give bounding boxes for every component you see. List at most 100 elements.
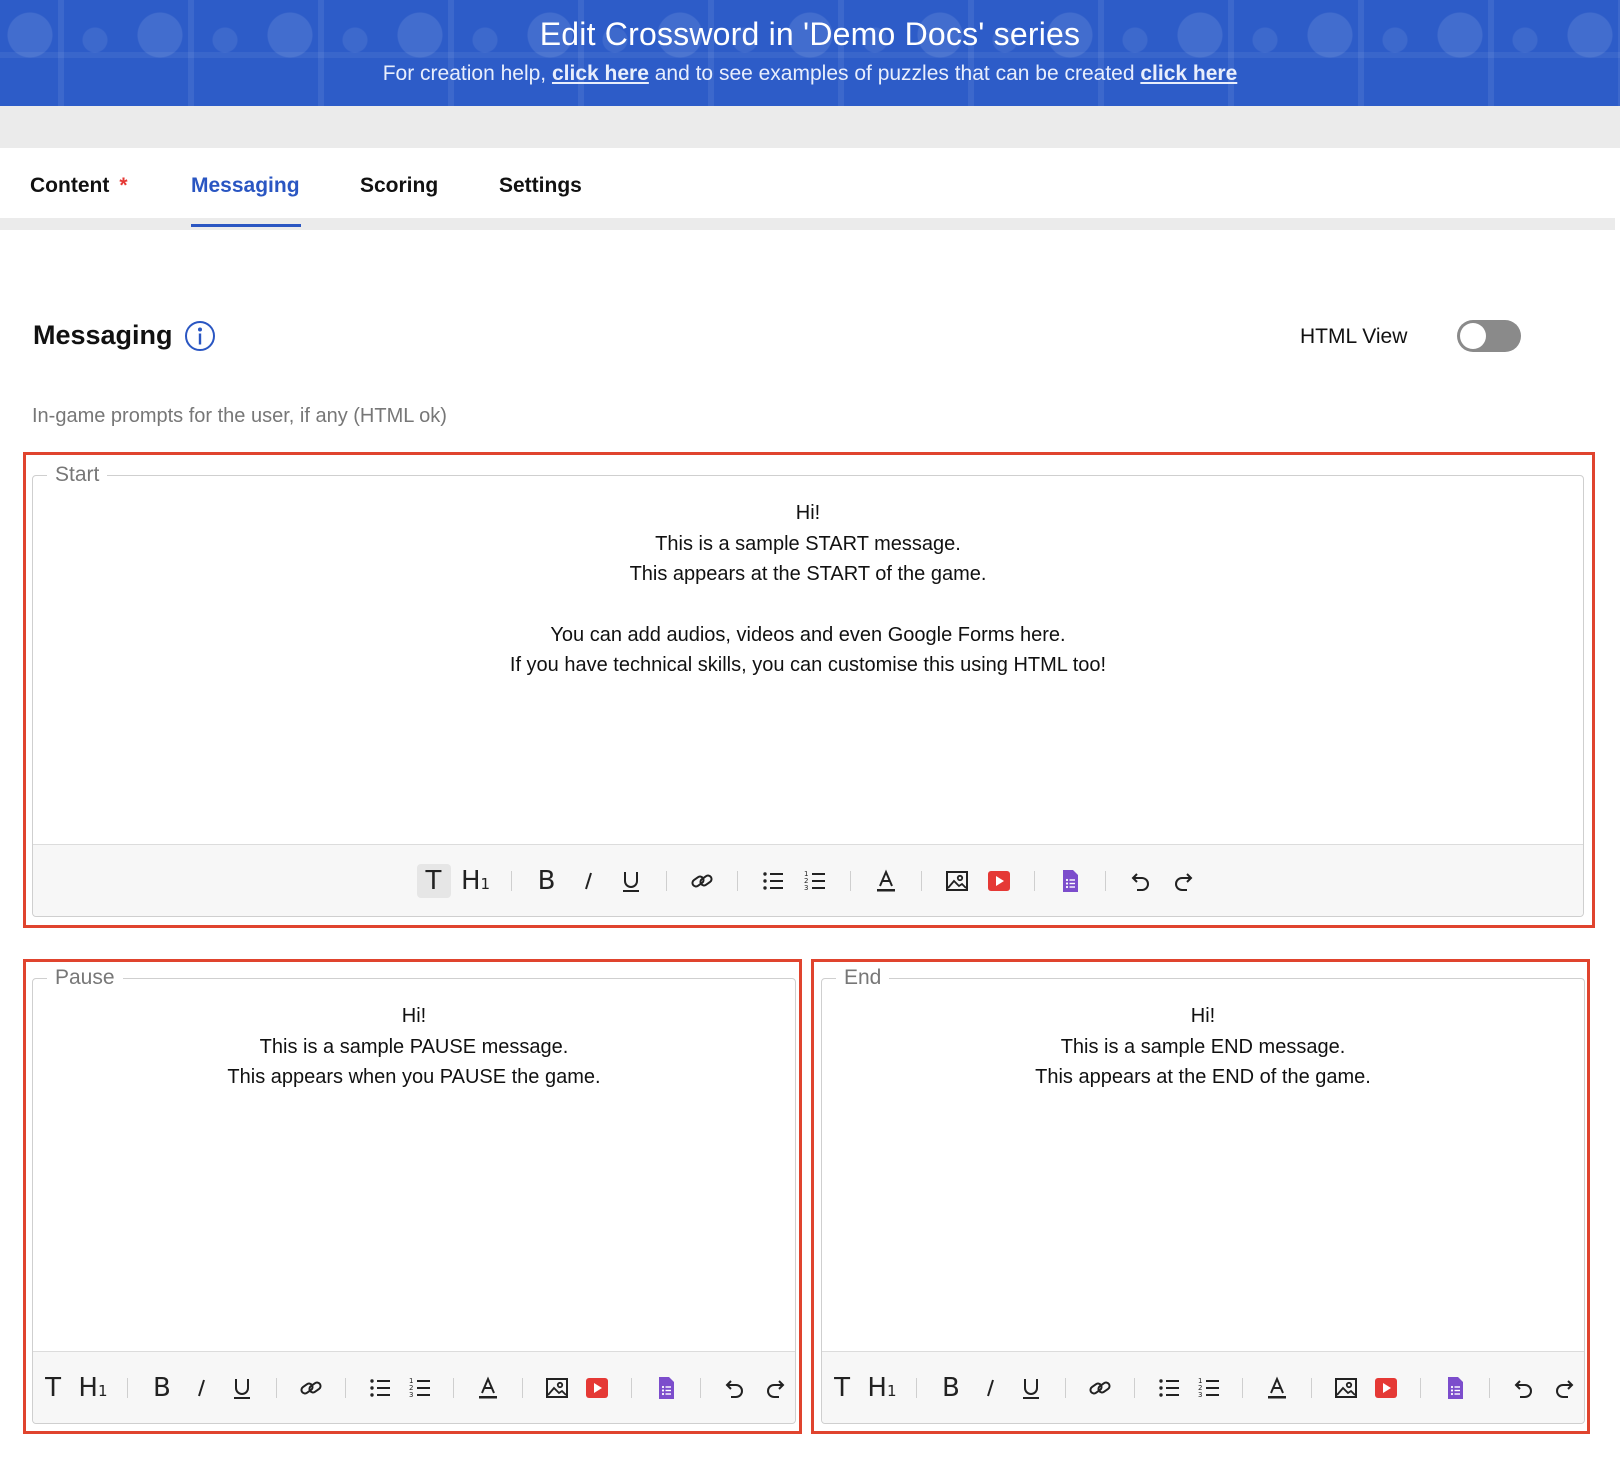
message-line: Hi! (795, 502, 821, 524)
text-color-icon (1264, 1375, 1290, 1401)
text-color-button[interactable] (1261, 1371, 1293, 1405)
text-style-button[interactable]: T (37, 1371, 69, 1405)
video-icon (986, 868, 1012, 894)
undo-button[interactable] (719, 1371, 751, 1405)
bold-button[interactable]: B (935, 1371, 967, 1405)
underline-button[interactable] (226, 1371, 258, 1405)
pause-editor-toolbar: T H1 B 1 2 3 (33, 1351, 795, 1423)
bullet-list-button[interactable] (1153, 1371, 1185, 1405)
underline-button[interactable] (1015, 1371, 1047, 1405)
bold-button[interactable]: B (146, 1371, 178, 1405)
heading-button[interactable]: H1 (459, 864, 493, 898)
text-style-button[interactable]: T (416, 863, 451, 898)
end-message-editor[interactable]: End Hi! This is a sample END message. This… (821, 966, 1585, 1424)
underline-button[interactable] (614, 864, 648, 898)
tab-content[interactable]: Content * (30, 174, 128, 198)
google-forms-button[interactable] (1053, 864, 1087, 898)
text-style-icon: T (425, 865, 442, 896)
pause-message-editor[interactable]: Pause Hi! This is a sample PAUSE message.… (32, 966, 796, 1424)
header-banner: Edit Crossword in 'Demo Docs' series For… (0, 0, 1620, 106)
help-prefix: For creation help, (382, 62, 547, 85)
html-view-toggle[interactable] (1457, 320, 1521, 352)
image-button[interactable] (940, 864, 974, 898)
video-icon (584, 1375, 610, 1401)
google-forms-button[interactable] (1439, 1371, 1471, 1405)
toolbar-separator (1311, 1377, 1313, 1398)
start-editor-toolbar: T H1 B 1 2 3 (33, 844, 1583, 916)
toolbar-separator (1133, 1377, 1135, 1398)
toolbar-separator (510, 870, 512, 891)
toolbar-separator (1420, 1377, 1422, 1398)
start-message-editor[interactable]: Start Hi! This is a sample START message.… (32, 463, 1584, 917)
toolbar-separator (736, 870, 738, 891)
undo-icon (1128, 868, 1154, 894)
tab-messaging[interactable]: Messaging (191, 174, 300, 198)
message-line (33, 590, 1583, 620)
pause-message-content[interactable]: Hi! This is a sample PAUSE message. This a… (33, 1001, 795, 1093)
toolbar-separator (1242, 1377, 1244, 1398)
bold-icon: B (537, 865, 556, 896)
heading-icon: H1 (460, 865, 491, 896)
video-button[interactable] (1370, 1371, 1402, 1405)
numbered-list-button[interactable]: 123 (1193, 1371, 1225, 1405)
video-button[interactable] (982, 864, 1016, 898)
bold-icon: B (152, 1372, 171, 1403)
redo-button[interactable] (1548, 1371, 1580, 1405)
heading-button[interactable]: H1 (77, 1371, 109, 1405)
page-title: Edit Crossword in 'Demo Docs' series (539, 16, 1081, 52)
google-forms-button[interactable] (650, 1371, 682, 1405)
undo-button[interactable] (1124, 864, 1158, 898)
tab-scoring[interactable]: Scoring (360, 174, 438, 198)
text-style-button[interactable]: T (826, 1371, 858, 1405)
numbered-list-icon: 123 (1196, 1375, 1222, 1401)
bold-button[interactable]: B (530, 864, 564, 898)
svg-text:3: 3 (1198, 1391, 1202, 1399)
italic-button[interactable] (975, 1371, 1007, 1405)
text-color-icon (873, 868, 899, 894)
italic-button[interactable] (186, 1371, 218, 1405)
svg-text:3: 3 (804, 884, 808, 892)
numbered-list-button[interactable]: 123 (798, 864, 832, 898)
image-icon (544, 1375, 570, 1401)
underline-icon (1018, 1375, 1044, 1401)
link-button[interactable] (295, 1371, 327, 1405)
message-line: This appears at the END of the game. (1035, 1066, 1371, 1088)
toolbar-separator (1489, 1377, 1491, 1398)
link-button[interactable] (1084, 1371, 1116, 1405)
video-button[interactable] (581, 1371, 613, 1405)
bullet-list-button[interactable] (364, 1371, 396, 1405)
redo-button[interactable] (1166, 864, 1200, 898)
section-hint: In-game prompts for the user, if any (HT… (32, 405, 447, 427)
examples-link[interactable]: click here (1140, 62, 1237, 85)
bullet-list-button[interactable] (756, 864, 790, 898)
image-button[interactable] (1330, 1371, 1362, 1405)
toolbar-separator (344, 1377, 346, 1398)
text-color-button[interactable] (472, 1371, 504, 1405)
message-line: If you have technical skills, you can cu… (509, 654, 1107, 676)
link-button[interactable] (685, 864, 719, 898)
text-color-button[interactable] (869, 864, 903, 898)
tab-settings[interactable]: Settings (499, 174, 582, 198)
italic-icon (576, 868, 602, 894)
creation-help-link[interactable]: click here (552, 62, 649, 85)
bullet-list-icon (367, 1375, 393, 1401)
link-icon (1087, 1375, 1113, 1401)
toolbar-separator (915, 1377, 917, 1398)
underline-icon (618, 868, 644, 894)
image-button[interactable] (541, 1371, 573, 1405)
info-icon[interactable] (184, 320, 216, 352)
video-icon (1373, 1375, 1399, 1401)
toolbar-separator (1033, 870, 1035, 891)
start-message-content[interactable]: Hi! This is a sample START message. This a… (33, 498, 1583, 681)
redo-button[interactable] (759, 1371, 791, 1405)
image-icon (944, 868, 970, 894)
numbered-list-button[interactable]: 123 (404, 1371, 436, 1405)
header-spacer (0, 106, 1620, 148)
italic-button[interactable] (572, 864, 606, 898)
end-message-content[interactable]: Hi! This is a sample END message. This app… (822, 1001, 1584, 1093)
heading-button[interactable]: H1 (866, 1371, 898, 1405)
text-style-icon: T (45, 1372, 61, 1403)
end-legend: End (836, 966, 890, 990)
undo-button[interactable] (1508, 1371, 1540, 1405)
bullet-list-icon (760, 868, 786, 894)
